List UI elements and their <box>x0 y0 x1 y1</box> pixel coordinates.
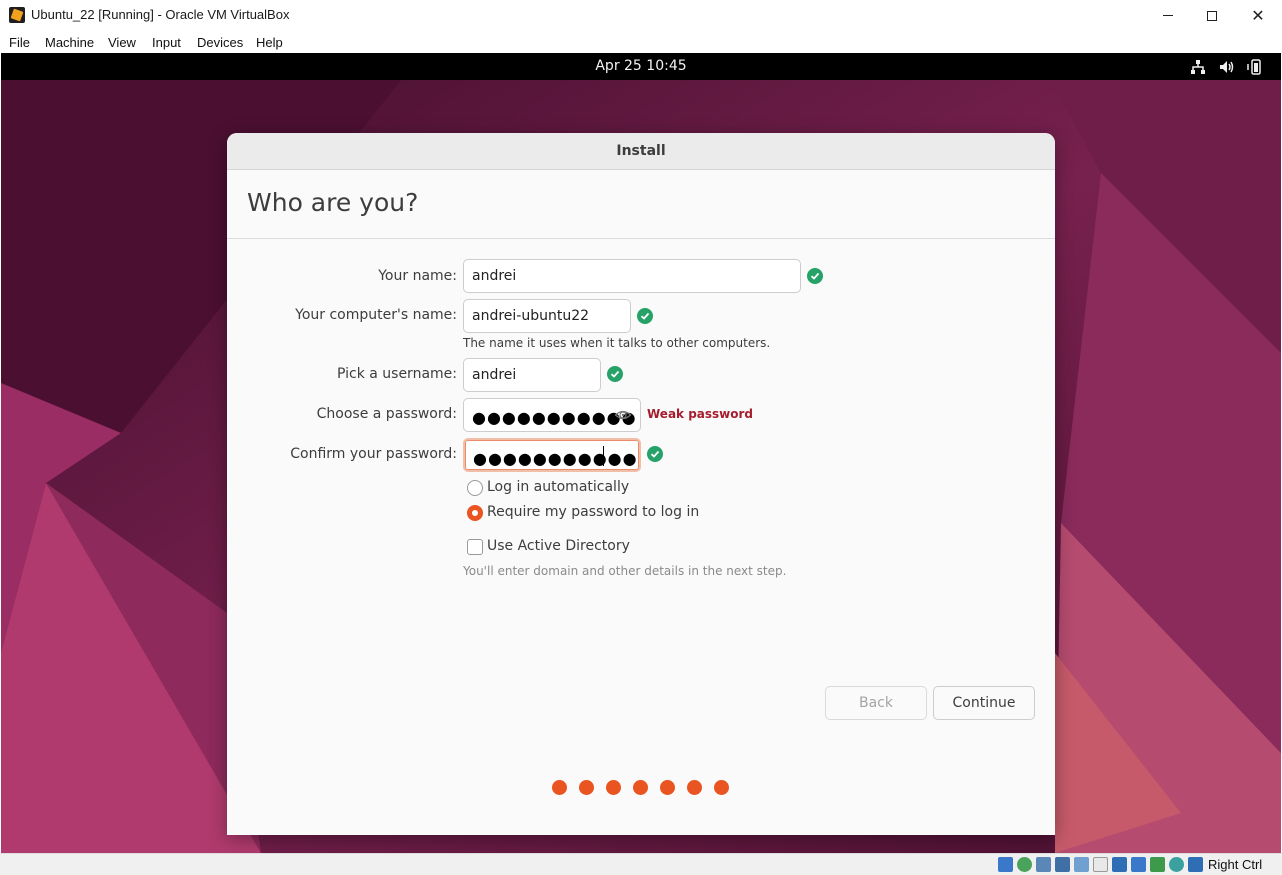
name-valid-icon <box>807 268 823 284</box>
display-icon[interactable] <box>1112 857 1127 872</box>
maximize-button[interactable] <box>1189 0 1235 31</box>
continue-button[interactable]: Continue <box>933 686 1035 720</box>
password-mask: ●●●●●●●●●●● <box>472 408 637 427</box>
recording-icon[interactable] <box>1131 857 1146 872</box>
username-label: Pick a username: <box>336 366 457 382</box>
name-label: Your name: <box>378 268 457 284</box>
shared-folders-icon[interactable] <box>1093 857 1108 872</box>
login-auto-label[interactable]: Log in automatically <box>487 479 629 495</box>
battery-icon[interactable] <box>1245 58 1263 76</box>
confirm-password-mask: ●●●●●●●●●●● <box>473 449 638 468</box>
divider <box>227 238 1055 239</box>
installer-window: Install Who are you? Your name: Your com… <box>227 133 1055 835</box>
menu-view[interactable]: View <box>108 35 136 50</box>
username-valid-icon <box>607 366 623 382</box>
cpu-icon[interactable] <box>1150 857 1165 872</box>
login-require-password-label[interactable]: Require my password to log in <box>487 504 699 520</box>
optical-drive-icon[interactable] <box>1017 857 1032 872</box>
gnome-top-bar: Apr 25 10:45 <box>1 53 1281 80</box>
mouse-integration-icon[interactable] <box>1169 857 1184 872</box>
progress-dot <box>552 780 567 795</box>
audio-icon[interactable] <box>1036 857 1051 872</box>
clock[interactable]: Apr 25 10:45 <box>1 58 1281 74</box>
close-button[interactable]: ✕ <box>1235 0 1281 31</box>
vm-status-bar: Right Ctrl <box>0 853 1282 875</box>
menu-input[interactable]: Input <box>152 35 181 50</box>
name-input[interactable] <box>464 260 800 292</box>
progress-dot <box>660 780 675 795</box>
host-key-label: Right Ctrl <box>1208 857 1263 872</box>
guest-display[interactable]: Apr 25 10:45 Install Who are you? Your n… <box>1 53 1281 853</box>
username-field[interactable] <box>463 358 601 392</box>
menu-devices[interactable]: Devices <box>197 35 243 50</box>
active-directory-label[interactable]: Use Active Directory <box>487 538 630 554</box>
minimize-button[interactable] <box>1145 0 1191 31</box>
password-field[interactable]: ●●●●●●●●●●● <box>463 398 641 432</box>
volume-icon[interactable] <box>1218 58 1236 76</box>
network-adapter-icon[interactable] <box>1055 857 1070 872</box>
progress-dot <box>687 780 702 795</box>
progress-dot <box>606 780 621 795</box>
text-caret <box>603 446 604 466</box>
active-directory-checkbox[interactable] <box>467 539 483 555</box>
active-directory-hint: You'll enter domain and other details in… <box>463 564 787 578</box>
progress-dot <box>579 780 594 795</box>
page-title: Who are you? <box>247 188 419 217</box>
hard-disk-icon[interactable] <box>998 857 1013 872</box>
computer-name-valid-icon <box>637 308 653 324</box>
progress-dot <box>633 780 648 795</box>
password-strength: Weak password <box>647 407 754 421</box>
computer-name-label: Your computer's name: <box>295 307 457 323</box>
virtualbox-app-icon <box>9 7 25 23</box>
installer-header[interactable]: Install <box>227 133 1055 170</box>
confirm-password-label: Confirm your password: <box>290 446 457 462</box>
login-require-password-radio[interactable] <box>467 505 483 521</box>
login-auto-radio[interactable] <box>467 480 483 496</box>
usb-icon[interactable] <box>1074 857 1089 872</box>
computer-name-field[interactable] <box>463 299 631 333</box>
computer-name-hint: The name it uses when it talks to other … <box>463 336 771 350</box>
confirm-password-field[interactable]: ●●●●●●●●●●● <box>463 438 641 472</box>
back-button[interactable]: Back <box>825 686 927 720</box>
menu-file[interactable]: File <box>9 35 30 50</box>
close-icon: ✕ <box>1251 5 1265 25</box>
network-icon[interactable] <box>1189 58 1207 76</box>
minimize-icon <box>1163 15 1173 16</box>
progress-dot <box>714 780 729 795</box>
password-label: Choose a password: <box>316 406 457 422</box>
keyboard-capture-icon[interactable] <box>1188 857 1203 872</box>
installer-title: Install <box>616 143 666 159</box>
name-field[interactable] <box>463 259 801 293</box>
menu-bar: File Machine View Input Devices Help <box>0 31 1282 53</box>
menu-machine[interactable]: Machine <box>45 35 94 50</box>
window-title: Ubuntu_22 [Running] - Oracle VM VirtualB… <box>31 7 290 22</box>
show-password-icon[interactable] <box>614 406 632 424</box>
maximize-icon <box>1207 10 1217 21</box>
computer-name-input[interactable] <box>464 300 630 332</box>
confirm-password-valid-icon <box>647 446 663 462</box>
menu-help[interactable]: Help <box>256 35 283 50</box>
window-titlebar[interactable]: Ubuntu_22 [Running] - Oracle VM VirtualB… <box>0 0 1282 31</box>
username-input[interactable] <box>464 359 600 391</box>
